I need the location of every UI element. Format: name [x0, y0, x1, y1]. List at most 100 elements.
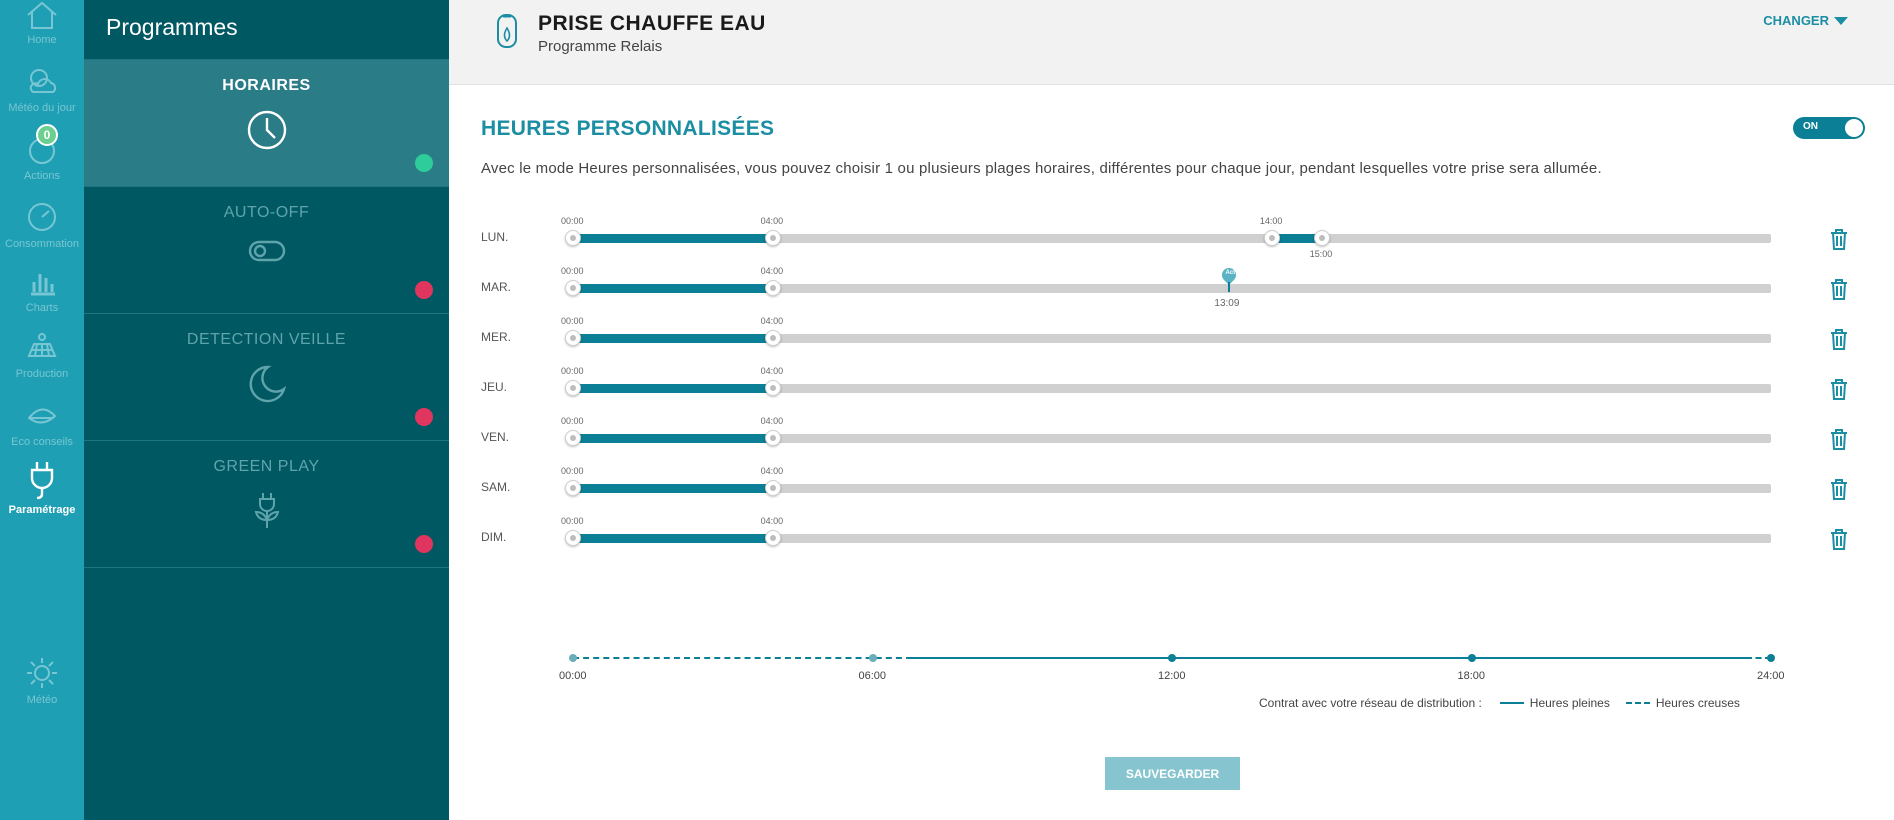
- range-start-handle[interactable]: [565, 380, 581, 396]
- legend-off-peak-hours: Heures creuses: [1655, 696, 1740, 710]
- range-start-time: 00:00: [561, 266, 584, 276]
- trash-icon[interactable]: [1829, 478, 1849, 500]
- save-button[interactable]: SAUVEGARDER: [1105, 757, 1240, 790]
- status-dot: [415, 408, 433, 426]
- range-end-handle[interactable]: [764, 330, 781, 346]
- axis-tick-label: 00:00: [559, 670, 587, 682]
- toggle-state-label: ON: [1803, 121, 1818, 132]
- rail-label: Production: [15, 368, 69, 380]
- programme-horaires[interactable]: HORAIRES: [84, 60, 449, 187]
- trash-icon[interactable]: [1829, 228, 1849, 250]
- range-start-handle[interactable]: [565, 330, 581, 346]
- contract-legend: Contrat avec votre réseau de distributio…: [1259, 696, 1740, 710]
- trash-icon[interactable]: [1829, 328, 1849, 350]
- range-start-time: 14:00: [1259, 216, 1283, 226]
- range-end-handle[interactable]: [764, 280, 781, 296]
- range-end-time: 04:00: [760, 366, 784, 376]
- range-end-time: 04:00: [760, 466, 784, 476]
- caret-down-icon: [1834, 16, 1848, 25]
- off-peak-line: [573, 657, 913, 659]
- range-start-handle[interactable]: [565, 530, 581, 546]
- time-slider-track[interactable]: [573, 334, 1771, 343]
- range-start-handle[interactable]: [565, 280, 581, 296]
- axis-tick-label: 24:00: [1757, 670, 1785, 682]
- range-start-time: 00:00: [561, 216, 584, 226]
- range-start-time: 00:00: [561, 516, 584, 526]
- range-end-handle[interactable]: [764, 380, 781, 396]
- day-label: DIM.: [481, 530, 507, 544]
- programmes-title: Programmes: [84, 0, 449, 60]
- range-end-handle[interactable]: [764, 430, 781, 446]
- main-content: PRISE CHAUFFE EAU Programme Relais CHANG…: [449, 0, 1894, 820]
- axis-tick-dot: [1467, 654, 1476, 662]
- solar-panel-icon: [27, 333, 57, 357]
- status-dot: [415, 535, 433, 553]
- actions-count-badge: 0: [36, 124, 58, 146]
- programme-detection-veille[interactable]: DETECTION VEILLE: [84, 314, 449, 441]
- axis-tick-dot: [569, 654, 577, 662]
- day-label: MER.: [481, 330, 511, 344]
- leaf-icon: [27, 408, 57, 424]
- current-time: 13:09: [1214, 298, 1240, 309]
- active-time-range: [573, 384, 773, 393]
- programme-label: DETECTION VEILLE: [186, 331, 347, 348]
- day-label: JEU.: [481, 380, 508, 394]
- trash-icon[interactable]: [1829, 378, 1849, 400]
- status-dot: [415, 154, 433, 172]
- rail-label: Consommation: [5, 238, 79, 250]
- axis-tick-label: 18:00: [1457, 670, 1486, 682]
- programme-green-play[interactable]: GREEN PLAY: [84, 441, 449, 568]
- range-start-time: 00:00: [561, 366, 584, 376]
- range-start-time: 00:00: [561, 316, 584, 326]
- rail-label: Home: [27, 34, 57, 46]
- home-icon: [27, 1, 57, 29]
- programme-label: AUTO-OFF: [223, 204, 310, 221]
- time-slider-track[interactable]: [573, 534, 1771, 543]
- trash-icon[interactable]: [1829, 528, 1849, 550]
- range-end-handle[interactable]: [764, 230, 781, 246]
- range-end-time: 04:00: [760, 266, 784, 276]
- time-slider-track[interactable]: [573, 284, 1771, 293]
- range-end-handle[interactable]: [1313, 230, 1330, 246]
- gauge-icon: [28, 203, 56, 231]
- range-start-handle[interactable]: [1263, 230, 1280, 246]
- trash-icon[interactable]: [1829, 278, 1849, 300]
- status-dot: [415, 281, 433, 299]
- clock-icon: [247, 110, 286, 150]
- time-slider-track[interactable]: [573, 234, 1771, 243]
- sun-icon: [27, 658, 57, 688]
- range-end-time: 04:00: [760, 516, 784, 526]
- range-end-handle[interactable]: [764, 530, 781, 546]
- device-title: PRISE CHAUFFE EAU: [538, 12, 766, 35]
- chart-icon: [31, 274, 55, 296]
- programme-label: GREEN PLAY: [213, 458, 320, 475]
- range-end-handle[interactable]: [764, 480, 781, 496]
- range-end-time: 04:00: [760, 416, 784, 426]
- contract-hours-axis: [569, 653, 1775, 663]
- weather-icon: [29, 69, 57, 93]
- device-subtitle: Programme Relais: [538, 38, 663, 55]
- section-title: HEURES PERSONNALISÉES: [481, 117, 775, 140]
- trash-icon[interactable]: [1829, 428, 1849, 450]
- range-start-handle[interactable]: [565, 430, 581, 446]
- rail-item-weather[interactable]: Météo: [0, 648, 84, 728]
- legend-prefix: Contrat avec votre réseau de distributio…: [1259, 696, 1482, 710]
- rail-item-settings[interactable]: Paramétrage: [0, 452, 84, 532]
- range-start-handle[interactable]: [565, 230, 581, 246]
- custom-hours-toggle[interactable]: ON: [1793, 117, 1865, 139]
- active-time-range: [573, 484, 773, 493]
- range-start-handle[interactable]: [565, 480, 581, 496]
- time-slider-track[interactable]: [573, 384, 1771, 393]
- time-slider-track[interactable]: [573, 484, 1771, 493]
- toggle-knob: [1845, 119, 1863, 137]
- rail-label: Charts: [25, 302, 59, 314]
- rail-label: Paramétrage: [8, 504, 76, 516]
- time-slider-track[interactable]: [573, 434, 1771, 443]
- legend-full-hours: Heures pleines: [1529, 696, 1610, 710]
- range-end-time: 04:00: [760, 316, 784, 326]
- change-device-button[interactable]: CHANGER: [1763, 13, 1848, 28]
- programme-auto-off[interactable]: AUTO-OFF: [84, 187, 449, 314]
- range-end-time: 04:00: [760, 216, 784, 226]
- rail-label: Météo: [26, 694, 58, 706]
- axis-tick-dot: [1767, 654, 1775, 662]
